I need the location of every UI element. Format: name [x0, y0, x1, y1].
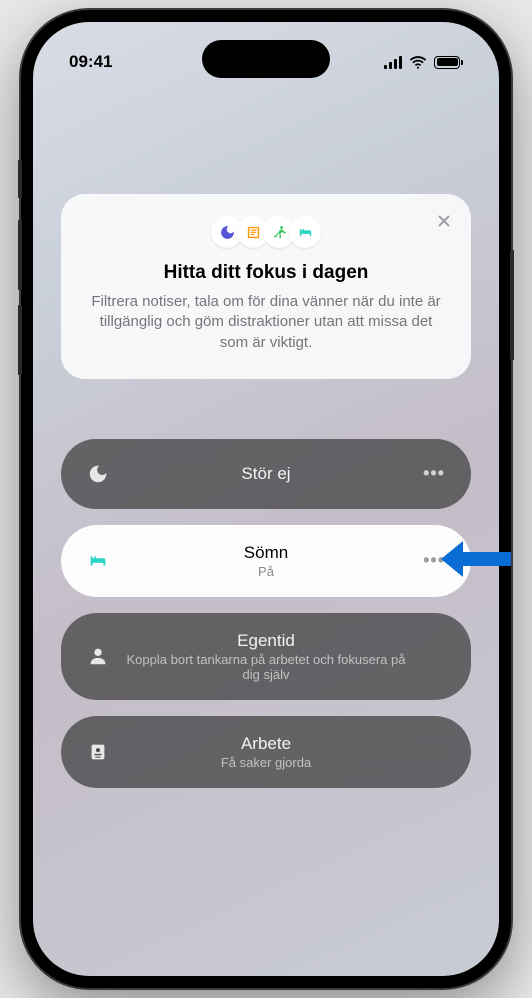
focus-mode-dnd[interactable]: Stör ej •••: [61, 439, 471, 509]
focus-label: Arbete: [119, 734, 413, 754]
bed-icon: [289, 216, 321, 248]
focus-label: Sömn: [119, 543, 413, 563]
focus-label: Stör ej: [119, 464, 413, 484]
more-icon[interactable]: •••: [421, 463, 445, 484]
focus-mode-work[interactable]: Arbete Få saker gjorda: [61, 716, 471, 788]
focus-description: Koppla bort tankarna på arbetet och foku…: [119, 652, 413, 682]
moon-icon: [87, 462, 111, 486]
focus-mode-personal[interactable]: Egentid Koppla bort tankarna på arbetet …: [61, 613, 471, 700]
callout-arrow-icon: [439, 535, 511, 583]
status-time: 09:41: [69, 52, 112, 72]
power-button: [510, 250, 514, 360]
dynamic-island: [202, 40, 330, 78]
iphone-frame: 09:41 Hitt: [21, 10, 511, 988]
close-icon[interactable]: [435, 212, 453, 230]
person-icon: [87, 644, 111, 668]
status-indicators: [384, 55, 463, 69]
focus-intro-card: Hitta ditt fokus i dagen Filtrera notise…: [61, 194, 471, 379]
focus-status: På: [119, 564, 413, 579]
volume-down-button: [18, 305, 22, 375]
volume-up-button: [18, 220, 22, 290]
screen: 09:41 Hitt: [33, 22, 499, 976]
focus-description: Få saker gjorda: [119, 755, 413, 770]
focus-label: Egentid: [119, 631, 413, 651]
cellular-icon: [384, 56, 402, 69]
bed-icon: [87, 549, 111, 573]
focus-mode-icons-row: [87, 216, 445, 248]
silent-switch: [18, 160, 22, 198]
badge-icon: [87, 740, 111, 764]
battery-icon: [434, 56, 463, 69]
wifi-icon: [409, 55, 427, 69]
intro-title: Hitta ditt fokus i dagen: [87, 262, 445, 284]
focus-mode-sleep[interactable]: Sömn På •••: [61, 525, 471, 597]
intro-description: Filtrera notiser, tala om för dina vänne…: [87, 292, 445, 353]
focus-control-center: Hitta ditt fokus i dagen Filtrera notise…: [33, 194, 499, 804]
